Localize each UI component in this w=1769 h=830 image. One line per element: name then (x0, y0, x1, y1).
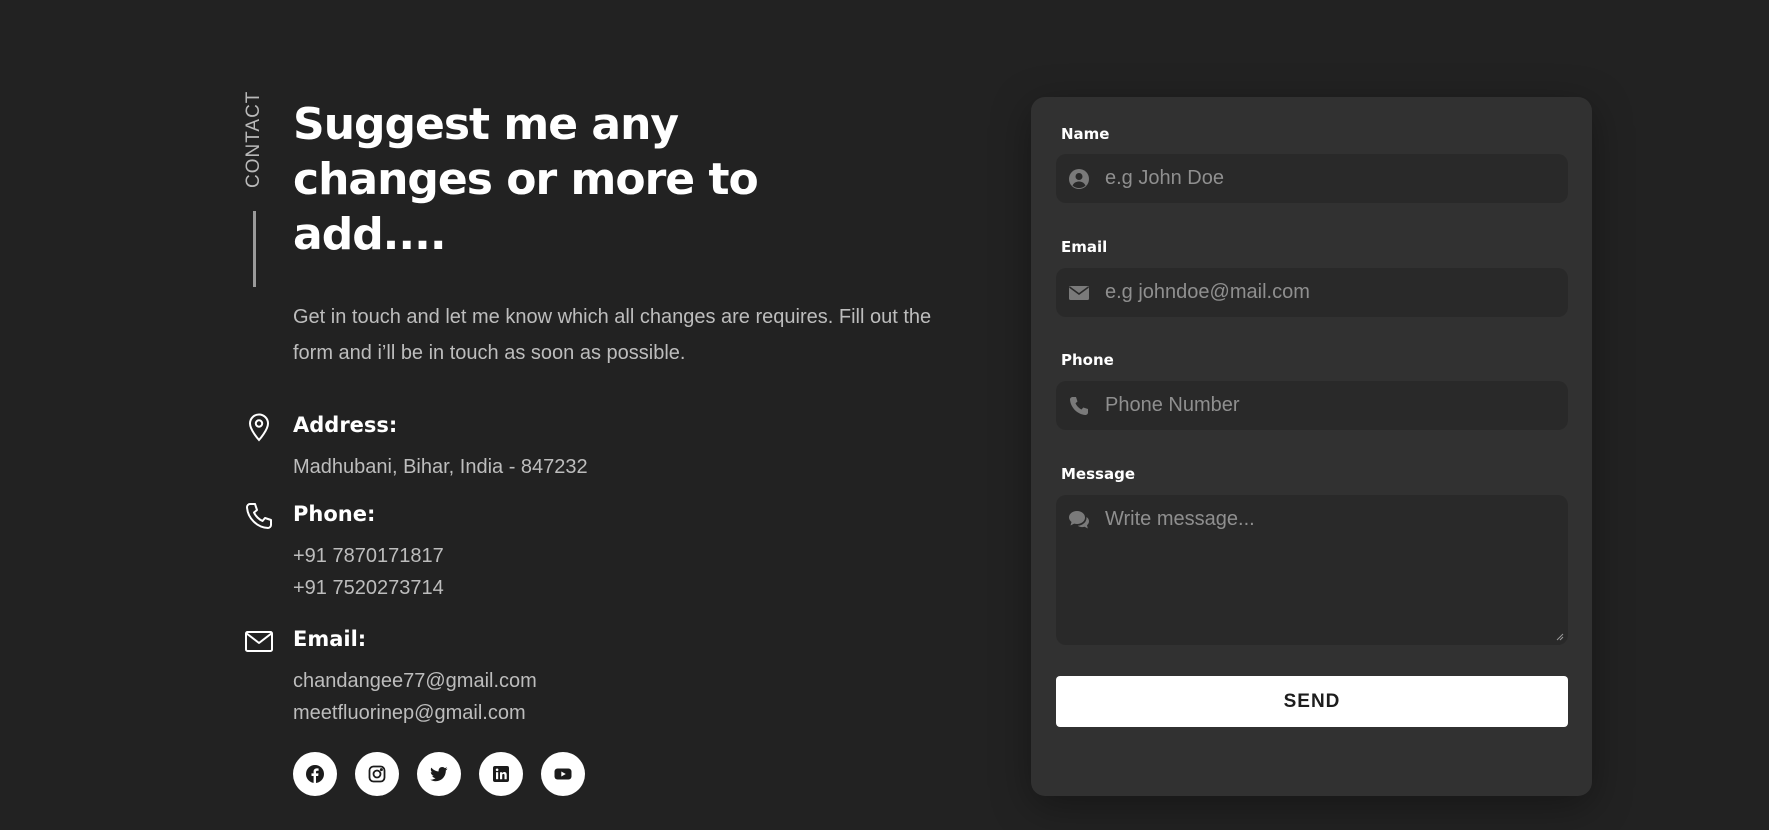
linkedin-link[interactable] (479, 752, 523, 796)
resize-handle-icon[interactable] (1556, 633, 1564, 641)
chat-bubbles-icon (1068, 509, 1090, 531)
contact-page: CONTACT Suggest me any changes or more t… (0, 0, 1769, 830)
section-label: CONTACT (243, 91, 267, 188)
email-label: Email (1061, 238, 1108, 256)
message-label: Message (1061, 465, 1135, 483)
social-links (293, 752, 585, 796)
twitter-icon (430, 767, 448, 782)
user-circle-icon (1068, 168, 1090, 190)
email-field (1056, 268, 1568, 317)
linkedin-icon (493, 766, 509, 782)
name-label: Name (1061, 125, 1110, 143)
send-button[interactable]: SEND (1056, 676, 1568, 727)
phone-input[interactable] (1105, 381, 1555, 430)
name-field (1056, 154, 1568, 203)
phone-icon (1068, 395, 1090, 417)
intro-text: Get in touch and let me know which all c… (293, 306, 932, 364)
phone-lines: +91 7870171817 +91 7520273714 (293, 540, 444, 604)
map-pin-icon (243, 411, 275, 443)
phone-heading: Phone: (293, 502, 376, 526)
envelope-icon (1068, 282, 1090, 304)
address-line: Madhubani, Bihar, India - 847232 (293, 456, 588, 478)
youtube-icon (554, 768, 572, 780)
email-heading: Email: (293, 627, 367, 651)
facebook-icon (306, 765, 324, 783)
phone-line: +91 7870171817 (293, 545, 444, 567)
section-label-text: CONTACT (243, 90, 264, 188)
youtube-link[interactable] (541, 752, 585, 796)
phone-label: Phone (1061, 351, 1114, 369)
email-lines: chandangee77@gmail.com meetfluorinep@gma… (293, 665, 537, 729)
address-heading: Address: (293, 413, 398, 437)
phone-icon (243, 500, 275, 532)
instagram-icon (368, 765, 386, 783)
email-line[interactable]: meetfluorinep@gmail.com (293, 697, 537, 729)
name-input[interactable] (1105, 154, 1555, 203)
envelope-icon (243, 625, 275, 657)
contact-form: Name Email Phone (1031, 97, 1592, 796)
address-lines: Madhubani, Bihar, India - 847232 (293, 451, 588, 483)
instagram-link[interactable] (355, 752, 399, 796)
email-input[interactable] (1105, 268, 1555, 317)
message-field (1056, 495, 1568, 645)
twitter-link[interactable] (417, 752, 461, 796)
phone-line: +91 7520273714 (293, 577, 444, 599)
phone-field (1056, 381, 1568, 430)
message-input[interactable] (1105, 507, 1555, 635)
facebook-link[interactable] (293, 752, 337, 796)
section-divider (253, 211, 256, 287)
email-line[interactable]: chandangee77@gmail.com (293, 665, 537, 697)
page-title: Suggest me any changes or more to add...… (293, 99, 759, 260)
